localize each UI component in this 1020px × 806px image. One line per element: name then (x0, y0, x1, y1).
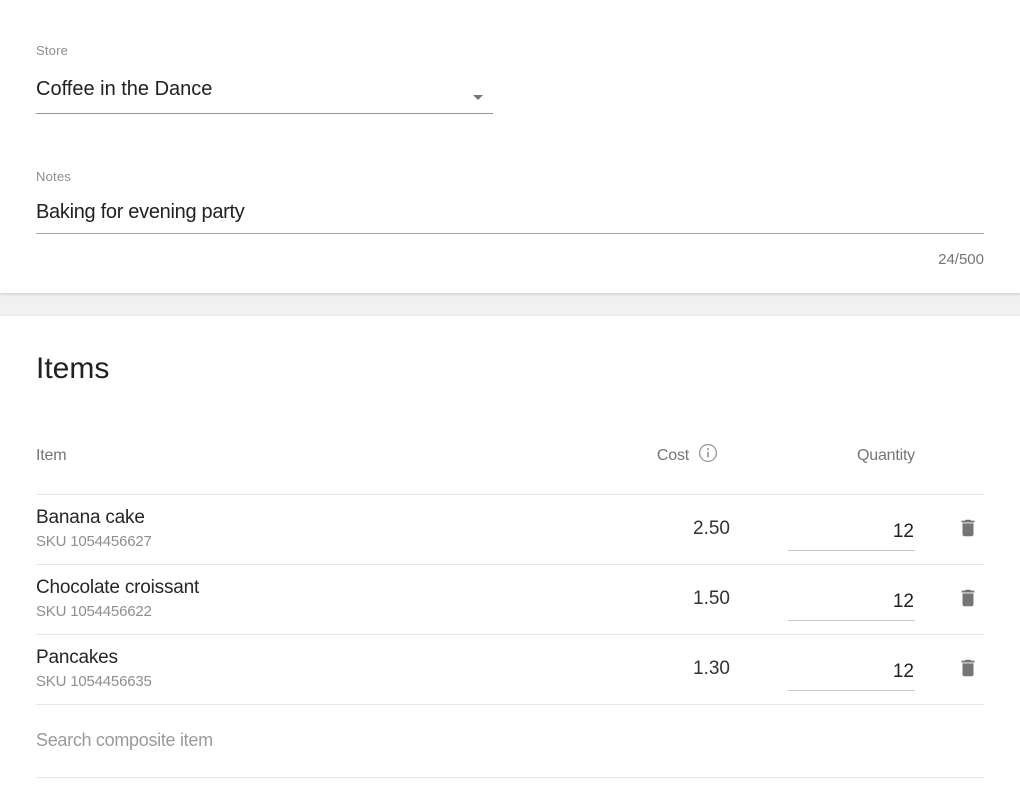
chevron-down-icon (473, 87, 483, 92)
search-row (36, 705, 984, 779)
item-name: Pancakes (36, 647, 610, 670)
quantity-cell (730, 577, 915, 621)
item-cost: 1.30 (610, 658, 730, 680)
item-cell: Pancakes SKU 1054456635 (36, 647, 610, 690)
item-cell: Banana cake SKU 1054456627 (36, 507, 610, 550)
quantity-cell (730, 647, 915, 691)
table-row: Banana cake SKU 1054456627 2.50 (36, 495, 984, 565)
store-select-value: Coffee in the Dance (36, 78, 212, 100)
column-header-quantity: Quantity (730, 447, 915, 465)
trash-icon (957, 656, 979, 683)
item-name: Chocolate croissant (36, 577, 610, 600)
notes-input[interactable]: Baking for evening party (36, 201, 984, 234)
notes-field-block: Notes Baking for evening party 24/500 (36, 170, 984, 268)
item-sku: SKU 1054456635 (36, 674, 610, 691)
search-composite-item-input[interactable] (36, 730, 984, 778)
notes-char-counter: 24/500 (36, 251, 984, 268)
store-select[interactable]: Coffee in the Dance (36, 78, 493, 114)
quantity-input[interactable] (788, 521, 915, 551)
items-card: Items Item Cost Quantity Banana cake SKU… (0, 316, 1020, 806)
item-sku: SKU 1054456622 (36, 604, 610, 621)
order-details-card: Store Coffee in the Dance Notes Baking f… (0, 0, 1020, 293)
notes-field-label: Notes (36, 170, 984, 183)
column-header-cost-label: Cost (657, 447, 689, 465)
item-cell: Chocolate croissant SKU 1054456622 (36, 577, 610, 620)
info-icon[interactable] (698, 443, 718, 468)
card-gap (0, 293, 1020, 316)
delete-item-button[interactable] (955, 656, 981, 682)
action-cell (915, 586, 984, 612)
item-name: Banana cake (36, 507, 610, 530)
quantity-cell (730, 507, 915, 551)
delete-item-button[interactable] (955, 586, 981, 612)
trash-icon (957, 586, 979, 613)
table-row: Chocolate croissant SKU 1054456622 1.50 (36, 565, 984, 635)
items-section-title: Items (36, 352, 984, 385)
item-cost: 1.50 (610, 588, 730, 610)
action-cell (915, 656, 984, 682)
store-field-label: Store (36, 44, 984, 57)
quantity-input[interactable] (788, 661, 915, 691)
items-table-header: Item Cost Quantity (36, 409, 984, 495)
delete-item-button[interactable] (955, 516, 981, 542)
item-cost: 2.50 (610, 518, 730, 540)
trash-icon (957, 516, 979, 543)
table-row: Pancakes SKU 1054456635 1.30 (36, 635, 984, 705)
column-header-item: Item (36, 447, 610, 465)
quantity-input[interactable] (788, 591, 915, 621)
item-sku: SKU 1054456627 (36, 534, 610, 551)
column-header-cost: Cost (610, 443, 730, 468)
action-cell (915, 516, 984, 542)
